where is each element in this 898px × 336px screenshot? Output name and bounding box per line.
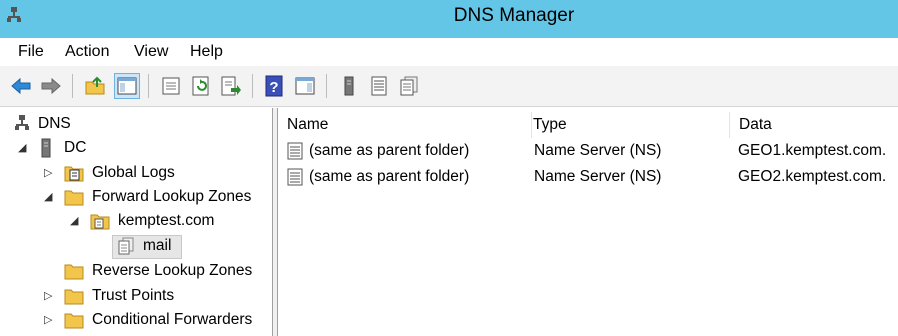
- record-pages-icon[interactable]: [398, 75, 420, 97]
- zone-icon: [90, 214, 110, 230]
- toolbar-separator: [326, 74, 327, 98]
- show-hide-action-pane-icon[interactable]: [294, 75, 316, 97]
- menu-file[interactable]: File: [18, 43, 44, 61]
- tree-label-conditional-forwarders: Conditional Forwarders: [92, 311, 253, 328]
- console-tree: DNS ◢ DC ▷ Global Logs ◢ Forward Lookup …: [0, 108, 273, 336]
- collapse-arrow-icon[interactable]: ◢: [44, 185, 52, 209]
- title-bar: DNS Manager: [0, 0, 898, 38]
- folder-icon: [64, 264, 84, 280]
- toolbar-separator: [72, 74, 73, 98]
- record-name: (same as parent folder): [309, 168, 470, 185]
- subdomain-icon: [118, 237, 134, 255]
- menu-action[interactable]: Action: [65, 43, 109, 61]
- properties-icon[interactable]: [160, 75, 182, 97]
- toolbar-separator: [148, 74, 149, 98]
- record-type: Name Server (NS): [534, 168, 662, 185]
- record-icon: [287, 168, 303, 186]
- tree-label-kemptest: kemptest.com: [118, 212, 215, 229]
- tree-label-forward-lookup-zones: Forward Lookup Zones: [92, 188, 252, 205]
- tree-item-kemptest-zone[interactable]: ◢ kemptest.com: [0, 209, 272, 233]
- expand-arrow-icon[interactable]: ▷: [44, 161, 52, 185]
- tree-label-dc: DC: [64, 139, 87, 156]
- column-header-type[interactable]: Type: [525, 112, 730, 138]
- show-hide-tree-button[interactable]: [114, 73, 140, 99]
- column-header-data[interactable]: Data: [731, 112, 898, 138]
- refresh-icon[interactable]: [190, 75, 212, 97]
- up-folder-icon[interactable]: [84, 75, 106, 97]
- menu-view[interactable]: View: [134, 43, 168, 61]
- server-icon[interactable]: [338, 75, 360, 97]
- record-data: GEO1.kemptest.com.: [738, 142, 887, 159]
- tree-label-reverse-lookup-zones: Reverse Lookup Zones: [92, 262, 253, 279]
- help-icon[interactable]: ?: [264, 75, 286, 97]
- forward-icon[interactable]: [40, 75, 62, 97]
- tree-item-dns[interactable]: DNS: [0, 112, 272, 136]
- table-row[interactable]: (same as parent folder) Name Server (NS)…: [279, 138, 898, 164]
- folder-icon: [64, 190, 84, 206]
- table-row[interactable]: (same as parent folder) Name Server (NS)…: [279, 164, 898, 190]
- record-icon: [287, 142, 303, 160]
- tree-item-mail[interactable]: mail: [0, 234, 272, 258]
- tree-item-dc[interactable]: ◢ DC: [0, 136, 272, 160]
- record-type: Name Server (NS): [534, 142, 662, 159]
- export-list-icon[interactable]: [220, 75, 242, 97]
- show-hide-tree-icon: [117, 77, 137, 95]
- record-list-icon[interactable]: [368, 75, 390, 97]
- toolbar-separator: [252, 74, 253, 98]
- collapse-arrow-icon[interactable]: ◢: [70, 209, 78, 233]
- menu-help[interactable]: Help: [190, 43, 223, 61]
- menu-bar: File Action View Help: [0, 38, 898, 66]
- event-log-icon: [64, 166, 84, 182]
- column-header-name[interactable]: Name: [279, 112, 532, 138]
- folder-icon: [64, 313, 84, 329]
- tree-item-trust-points[interactable]: ▷ Trust Points: [0, 284, 272, 308]
- pane-splitter[interactable]: [273, 108, 278, 336]
- expand-arrow-icon[interactable]: ▷: [44, 284, 52, 308]
- server-icon: [41, 138, 51, 158]
- back-icon[interactable]: [10, 75, 32, 97]
- tree-label-mail: mail: [143, 237, 172, 254]
- window-title: DNS Manager: [453, 5, 575, 26]
- tree-label-dns: DNS: [38, 115, 71, 132]
- tree-label-global-logs: Global Logs: [92, 164, 175, 181]
- folder-icon: [64, 289, 84, 305]
- tree-item-forward-lookup-zones[interactable]: ◢ Forward Lookup Zones: [0, 185, 272, 209]
- toolbar: ?: [0, 66, 898, 107]
- tree-item-reverse-lookup-zones[interactable]: Reverse Lookup Zones: [0, 259, 272, 283]
- record-data: GEO2.kemptest.com.: [738, 168, 887, 185]
- expand-arrow-icon[interactable]: ▷: [44, 308, 52, 332]
- tree-item-global-logs[interactable]: ▷ Global Logs: [0, 161, 272, 185]
- record-name: (same as parent folder): [309, 142, 470, 159]
- record-list: Name Type Data (same as parent folder) N…: [279, 108, 898, 336]
- tree-label-trust-points: Trust Points: [92, 287, 175, 304]
- dns-icon: [15, 115, 29, 130]
- tree-item-conditional-forwarders[interactable]: ▷ Conditional Forwarders: [0, 308, 272, 332]
- collapse-arrow-icon[interactable]: ◢: [18, 136, 26, 160]
- svg-text:?: ?: [269, 79, 278, 96]
